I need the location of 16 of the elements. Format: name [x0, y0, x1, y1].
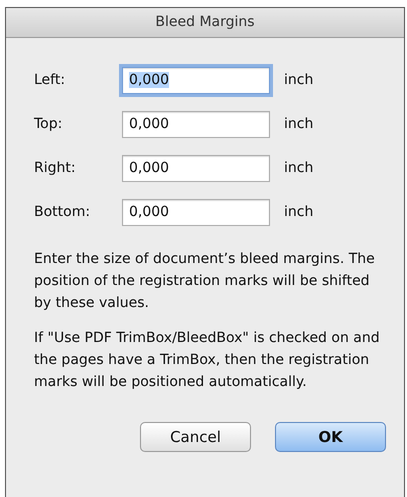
unit-label: inch: [284, 202, 314, 222]
unit-label: inch: [284, 158, 314, 178]
unit-label: inch: [284, 70, 314, 90]
field-label: Top:: [34, 114, 64, 134]
ok-button[interactable]: OK: [275, 422, 386, 452]
help-text: Enter the size of document’s bleed margins. The position of the registration marks will be shifted by these values.: [34, 250, 376, 313]
unit-label: inch: [284, 114, 314, 134]
field-label: Right:: [34, 158, 77, 178]
field-label: Bottom:: [34, 202, 92, 222]
cancel-button[interactable]: Cancel: [140, 422, 251, 452]
margin-field[interactable]: 0,000: [122, 198, 270, 226]
window-title: Bleed Margins: [155, 13, 255, 32]
field-label: Left:: [34, 70, 66, 90]
help-text: If "Use PDF TrimBox/BleedBox" is checked on and the pages have a TrimBox, then the registration marks will be positioned automatically.: [34, 329, 381, 392]
margin-field[interactable]: 0,000: [122, 154, 270, 182]
margin-field[interactable]: 0,000: [122, 110, 270, 138]
